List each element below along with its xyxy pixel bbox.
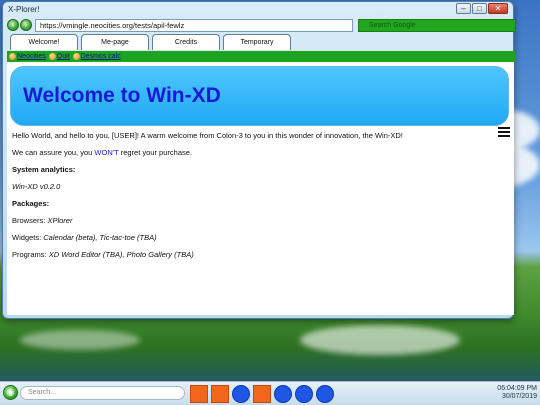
- hamburger-menu-icon[interactable]: [498, 127, 510, 139]
- system-clock[interactable]: 06:04:09 PM 30/07/2019: [497, 385, 537, 401]
- bookmark-icon: [72, 53, 80, 60]
- round-app-icon[interactable]: [295, 385, 313, 403]
- taskbar-apps: [190, 385, 334, 403]
- browser-window: X-Plorer! – □ ✕ ‹ › https://vmingle.neoc…: [2, 1, 516, 319]
- page-content: Hello World, and hello to you, [USER]! A…: [12, 131, 492, 267]
- programs-line: Programs: XD Word Editor (TBA), Photo Ga…: [12, 250, 194, 259]
- tab-bar: Welcome! Me-page Credits Temporary: [7, 34, 513, 50]
- browsers-line: Browsers: XPlorer: [12, 216, 73, 225]
- tab-temporary[interactable]: Temporary: [223, 34, 291, 50]
- packages-heading: Packages:: [12, 199, 50, 208]
- round-app-icon[interactable]: [316, 385, 334, 403]
- clock-time: 06:04:09 PM: [497, 385, 537, 392]
- assurance-text: We can assure you, you WON'T regret your…: [12, 148, 192, 157]
- clock-date: 30/07/2019: [501, 393, 537, 400]
- search-input[interactable]: Search Google: [358, 19, 516, 32]
- minimize-button[interactable]: –: [456, 3, 471, 14]
- maximize-button[interactable]: □: [472, 3, 487, 14]
- version-text: Win-XD v0.2.0: [12, 182, 61, 191]
- wont-emphasis: WON'T: [94, 148, 119, 157]
- round-app-icon[interactable]: [232, 385, 250, 403]
- bookmark-quit[interactable]: Quit: [48, 51, 70, 62]
- page-title: Welcome to Win-XD: [23, 84, 221, 107]
- round-app-icon[interactable]: [274, 385, 292, 403]
- widgets-line: Widgets: Calendar (beta), Tic-tac-toe (T…: [12, 233, 157, 242]
- analytics-heading: System analytics:: [12, 165, 76, 174]
- page-viewport: Welcome to Win-XD Hello World, and hello…: [7, 62, 514, 315]
- bookmarks-bar: Neocities Quit Desmos calc: [7, 51, 515, 62]
- forward-arrow-icon[interactable]: ›: [20, 19, 32, 31]
- hero-banner: Welcome to Win-XD: [10, 66, 509, 126]
- back-arrow-icon[interactable]: ‹: [7, 19, 19, 31]
- window-title: X-Plorer!: [8, 5, 40, 14]
- bookmark-neocities[interactable]: Neocities: [9, 51, 46, 62]
- window-controls: – □ ✕: [456, 3, 508, 14]
- title-bar[interactable]: X-Plorer! – □ ✕: [3, 2, 513, 18]
- bookmark-icon: [48, 53, 56, 60]
- square-app-icon[interactable]: [190, 385, 208, 403]
- tab-credits[interactable]: Credits: [152, 34, 220, 50]
- bookmark-icon: [9, 53, 16, 60]
- close-button[interactable]: ✕: [488, 3, 508, 14]
- greeting-text: Hello World, and hello to you, [USER]! A…: [12, 131, 403, 140]
- square-app-icon[interactable]: [211, 385, 229, 403]
- taskbar: ◉ Search... 06:04:09 PM 30/07/2019: [0, 381, 540, 405]
- tab-welcome[interactable]: Welcome!: [10, 34, 78, 50]
- tab-me-page[interactable]: Me-page: [81, 34, 149, 50]
- bookmark-desmos[interactable]: Desmos calc: [72, 51, 121, 62]
- square-app-icon[interactable]: [253, 385, 271, 403]
- navigation-bar: ‹ › https://vmingle.neocities.org/tests/…: [7, 19, 516, 33]
- taskbar-search-input[interactable]: Search...: [20, 386, 185, 400]
- start-button[interactable]: ◉: [3, 385, 18, 400]
- url-input[interactable]: https://vmingle.neocities.org/tests/apil…: [35, 19, 353, 32]
